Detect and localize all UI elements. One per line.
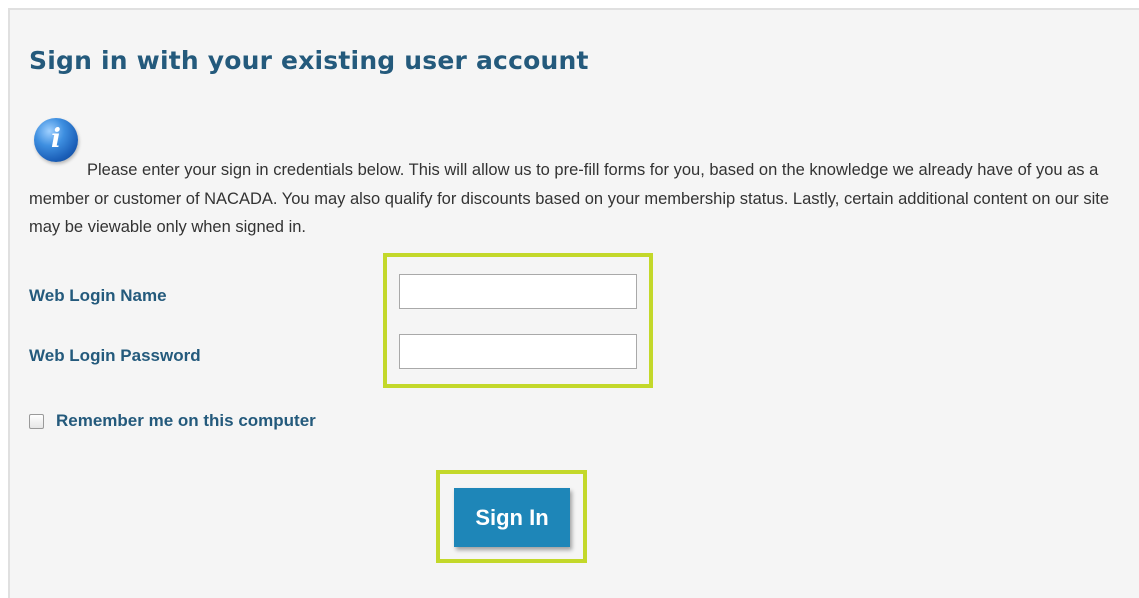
remember-me-checkbox[interactable] [29,413,44,429]
sign-in-button[interactable]: Sign In [454,488,570,547]
password-input[interactable] [399,334,637,369]
login-name-input[interactable] [399,274,637,309]
remember-me-label[interactable]: Remember me on this computer [56,411,316,431]
login-name-label: Web Login Name [29,286,167,305]
password-label: Web Login Password [29,346,201,365]
intro-text: Please enter your sign in credentials be… [29,161,1110,236]
page-title: Sign in with your existing user account [29,46,589,75]
remember-me-row[interactable]: Remember me on this computer [29,411,316,431]
signin-panel: Sign in with your existing user account … [8,8,1139,598]
